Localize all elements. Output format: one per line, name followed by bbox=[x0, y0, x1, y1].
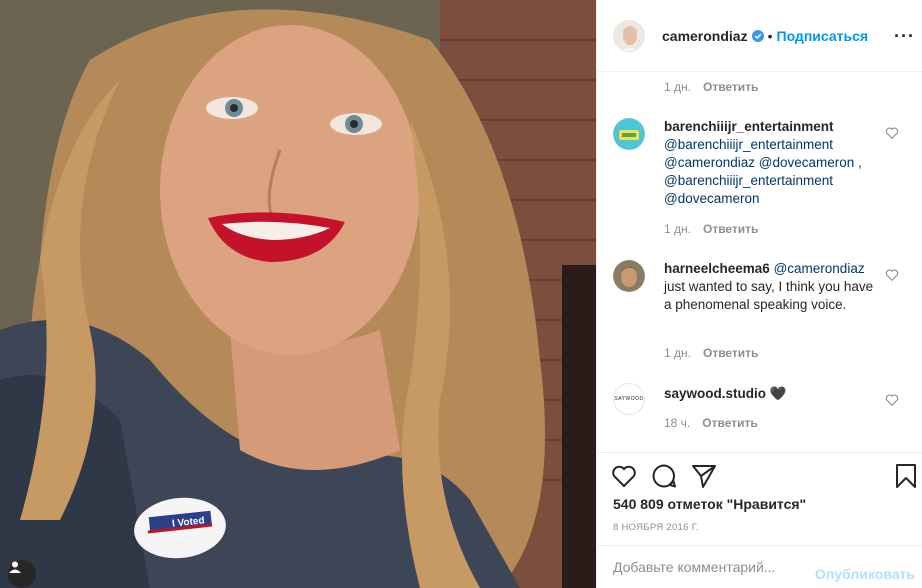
comment-time: 1 дн. bbox=[664, 80, 691, 94]
comment-time: 18 ч. bbox=[664, 416, 691, 430]
reply-button[interactable]: Ответить bbox=[703, 80, 758, 94]
commenter-avatar[interactable] bbox=[613, 260, 645, 292]
post-date: 8 НОЯБРЯ 2016 Г. bbox=[613, 522, 699, 533]
likes-count[interactable]: 540 809 отметок "Нравится" bbox=[613, 496, 806, 512]
comment-body: saywood.studio 🖤 bbox=[664, 385, 884, 403]
post-side-panel: camerondiaz • Подписаться ··· 1 дн. Ответ… bbox=[596, 0, 922, 588]
bookmark-icon[interactable] bbox=[893, 463, 919, 489]
commenter-username[interactable]: saywood.studio bbox=[664, 386, 766, 401]
comment-meta: 1 дн. Ответить bbox=[664, 80, 758, 94]
follow-button[interactable]: Подписаться bbox=[777, 28, 869, 44]
header-separator: • bbox=[767, 27, 773, 44]
portrait-image bbox=[0, 0, 596, 588]
verified-badge-icon bbox=[751, 29, 764, 42]
author-avatar[interactable] bbox=[613, 19, 645, 52]
commenter-username[interactable]: harneelcheema6 bbox=[664, 261, 770, 276]
commenter-username[interactable]: barenchiiijr_entertainment bbox=[664, 118, 884, 136]
comment-body: barenchiiijr_entertainment @barenchiiijr… bbox=[664, 118, 884, 208]
add-comment-bar: Опубликовать bbox=[597, 545, 922, 588]
comments-list[interactable]: 1 дн. Ответить barenchiiijr_entertainment… bbox=[597, 73, 922, 451]
user-icon bbox=[9, 561, 21, 573]
post-photo[interactable]: I Voted bbox=[0, 0, 596, 588]
comment-meta: 1 дн. Ответить bbox=[664, 346, 758, 360]
comment-mention[interactable]: @camerondiaz bbox=[774, 261, 865, 276]
saywood-avatar-text: SAYWOOD bbox=[614, 396, 644, 402]
publish-button[interactable]: Опубликовать bbox=[815, 566, 915, 582]
comment-like-icon[interactable] bbox=[885, 126, 899, 140]
comment-body: harneelcheema6 @camerondiaz just wanted … bbox=[664, 260, 884, 314]
comment-like-icon[interactable] bbox=[885, 393, 899, 407]
reply-button[interactable]: Ответить bbox=[703, 346, 758, 360]
user-tag-button[interactable] bbox=[8, 560, 36, 588]
comment-mention-line[interactable]: @camerondiaz @dovecameron , bbox=[664, 154, 884, 172]
comment-meta: 1 дн. Ответить bbox=[664, 222, 758, 236]
comment-meta: 18 ч. Ответить bbox=[664, 416, 758, 430]
comment-time: 1 дн. bbox=[664, 346, 691, 360]
share-icon[interactable] bbox=[691, 463, 717, 489]
comment-emoji: 🖤 bbox=[769, 386, 787, 401]
comment-like-icon[interactable] bbox=[885, 268, 899, 282]
comment-mention-line[interactable]: @barenchiiijr_entertainment bbox=[664, 136, 884, 154]
commenter-avatar[interactable] bbox=[613, 118, 645, 150]
comment-time: 1 дн. bbox=[664, 222, 691, 236]
commenter-avatar[interactable]: SAYWOOD bbox=[613, 383, 645, 415]
post-header: camerondiaz • Подписаться ··· bbox=[597, 0, 922, 72]
comment-icon[interactable] bbox=[651, 463, 677, 489]
comment-text: just wanted to say, I think you have a p… bbox=[664, 279, 874, 312]
more-options-icon[interactable]: ··· bbox=[894, 26, 915, 47]
post-actions: 540 809 отметок "Нравится" 8 НОЯБРЯ 2016… bbox=[597, 452, 922, 544]
comment-input[interactable] bbox=[613, 556, 813, 578]
comment-mention-line[interactable]: @barenchiiijr_entertainment bbox=[664, 172, 884, 190]
comment-mention-line[interactable]: @dovecameron bbox=[664, 190, 884, 208]
author-username[interactable]: camerondiaz bbox=[662, 28, 748, 44]
heart-icon[interactable] bbox=[611, 463, 637, 489]
reply-button[interactable]: Ответить bbox=[702, 416, 757, 430]
reply-button[interactable]: Ответить bbox=[703, 222, 758, 236]
